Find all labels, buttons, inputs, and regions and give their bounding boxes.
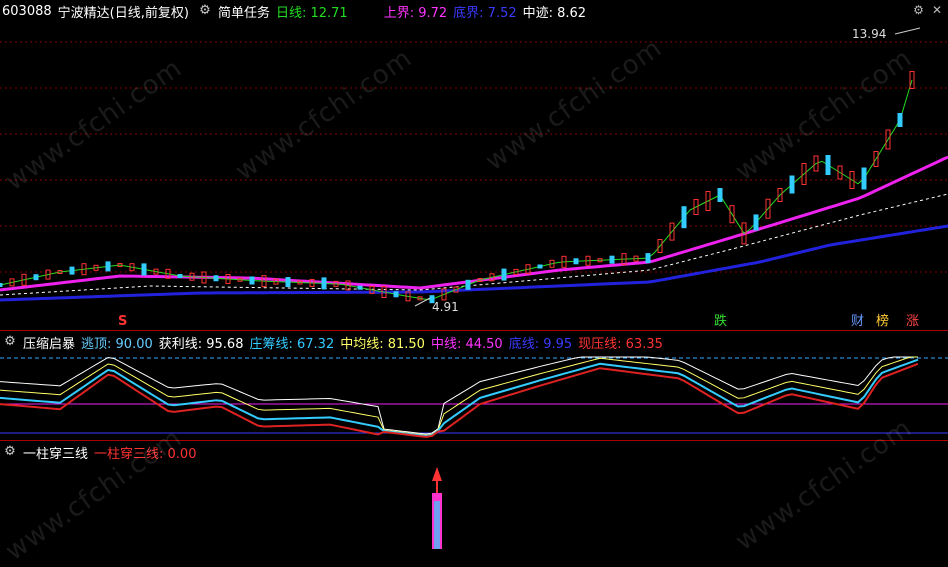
candle [321,277,327,290]
high-pointer [894,27,921,35]
candle [105,261,111,272]
candle [897,113,903,127]
candle [393,291,399,298]
candle [645,253,651,264]
candle [0,283,3,287]
signal-bar-inner [434,501,440,549]
signal-s-badge: S [118,314,128,329]
candle [33,274,39,281]
profit-line [0,356,918,435]
sub1-chart-canvas [0,356,948,438]
signal-die-badge: 跌 [714,314,728,329]
candle [717,188,723,202]
signal-zhang-badge: 涨 [906,314,920,329]
sub-panel-yasuoqibao[interactable]: ⚙ 压缩启暴 逃顶: 90.00 获利线: 95.68 庄筹线: 67.32 中… [0,330,948,441]
pressure-line [0,362,919,438]
candle [357,285,363,290]
candle [861,167,867,190]
main-chart-panel[interactable]: 603088 宁波精达 (日线,前复权) ⚙ 简单任务 日线: 12.71 上界… [0,0,948,330]
up-arrow-icon [432,467,442,481]
candle [609,255,615,264]
lower-band-line [0,224,948,302]
candle [69,266,75,275]
candle [285,277,291,288]
signal-bang-badge: 榜 [876,314,890,329]
candle [537,264,543,269]
candle [681,206,687,229]
candle [573,258,579,265]
candle [141,263,147,276]
candle [177,274,183,278]
candle [465,279,471,290]
low-price-label: 4.91 [432,300,459,314]
candle [789,175,795,194]
main-chart-canvas [0,27,948,307]
high-price-label: 13.94 [852,27,887,41]
candle [501,268,507,281]
signal-cai-badge: 财 [851,314,865,329]
candle [825,155,831,175]
candle [249,276,255,285]
mid-avg-line [0,356,918,436]
candle [213,275,219,282]
candle [753,214,759,231]
